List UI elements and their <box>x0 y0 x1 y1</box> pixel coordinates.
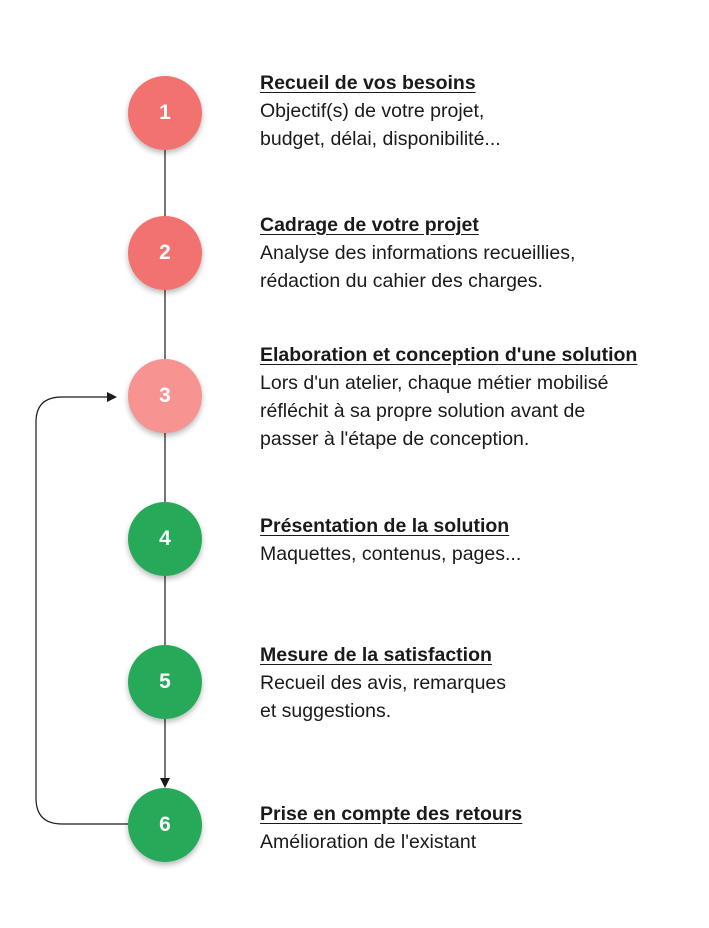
step-4-description: Maquettes, contenus, pages... <box>260 543 522 565</box>
step-2-circle: 2 <box>128 216 202 290</box>
feedback-loop-arrow <box>35 392 128 825</box>
step-2-description: Analyse des informations recueillies, ré… <box>260 242 576 292</box>
step-1-description: Objectif(s) de votre projet, budget, dél… <box>260 100 501 150</box>
step-4-text: Présentation de la solution Maquettes, co… <box>260 512 700 568</box>
step-6-circle: 6 <box>128 788 202 862</box>
step-2-title: Cadrage de votre projet <box>260 214 479 236</box>
step-1-text: Recueil de vos besoins Objectif(s) de vot… <box>260 69 700 153</box>
step-3-text: Elaboration et conception d'une solution… <box>260 341 700 453</box>
step-6-description: Amélioration de l'existant <box>260 831 477 853</box>
step-3-circle: 3 <box>128 359 202 433</box>
step-1-circle: 1 <box>128 76 202 150</box>
step-2-text: Cadrage de votre projet Analyse des infor… <box>260 211 700 295</box>
step-5-title: Mesure de la satisfaction <box>260 644 492 666</box>
step-5-text: Mesure de la satisfaction Recueil des avi… <box>260 641 700 725</box>
step-5-circle: 5 <box>128 645 202 719</box>
step-6-title: Prise en compte des retours <box>260 803 523 825</box>
step-5-description: Recueil des avis, remarques et suggestio… <box>260 672 507 722</box>
step-6-text: Prise en compte des retours Amélioration … <box>260 800 700 856</box>
step-1-title: Recueil de vos besoins <box>260 72 476 94</box>
step-4-circle: 4 <box>128 502 202 576</box>
step-3-title: Elaboration et conception d'une solution <box>260 344 638 366</box>
step-3-description: Lors d'un atelier, chaque métier mobilis… <box>260 372 609 450</box>
step-4-title: Présentation de la solution <box>260 515 510 537</box>
